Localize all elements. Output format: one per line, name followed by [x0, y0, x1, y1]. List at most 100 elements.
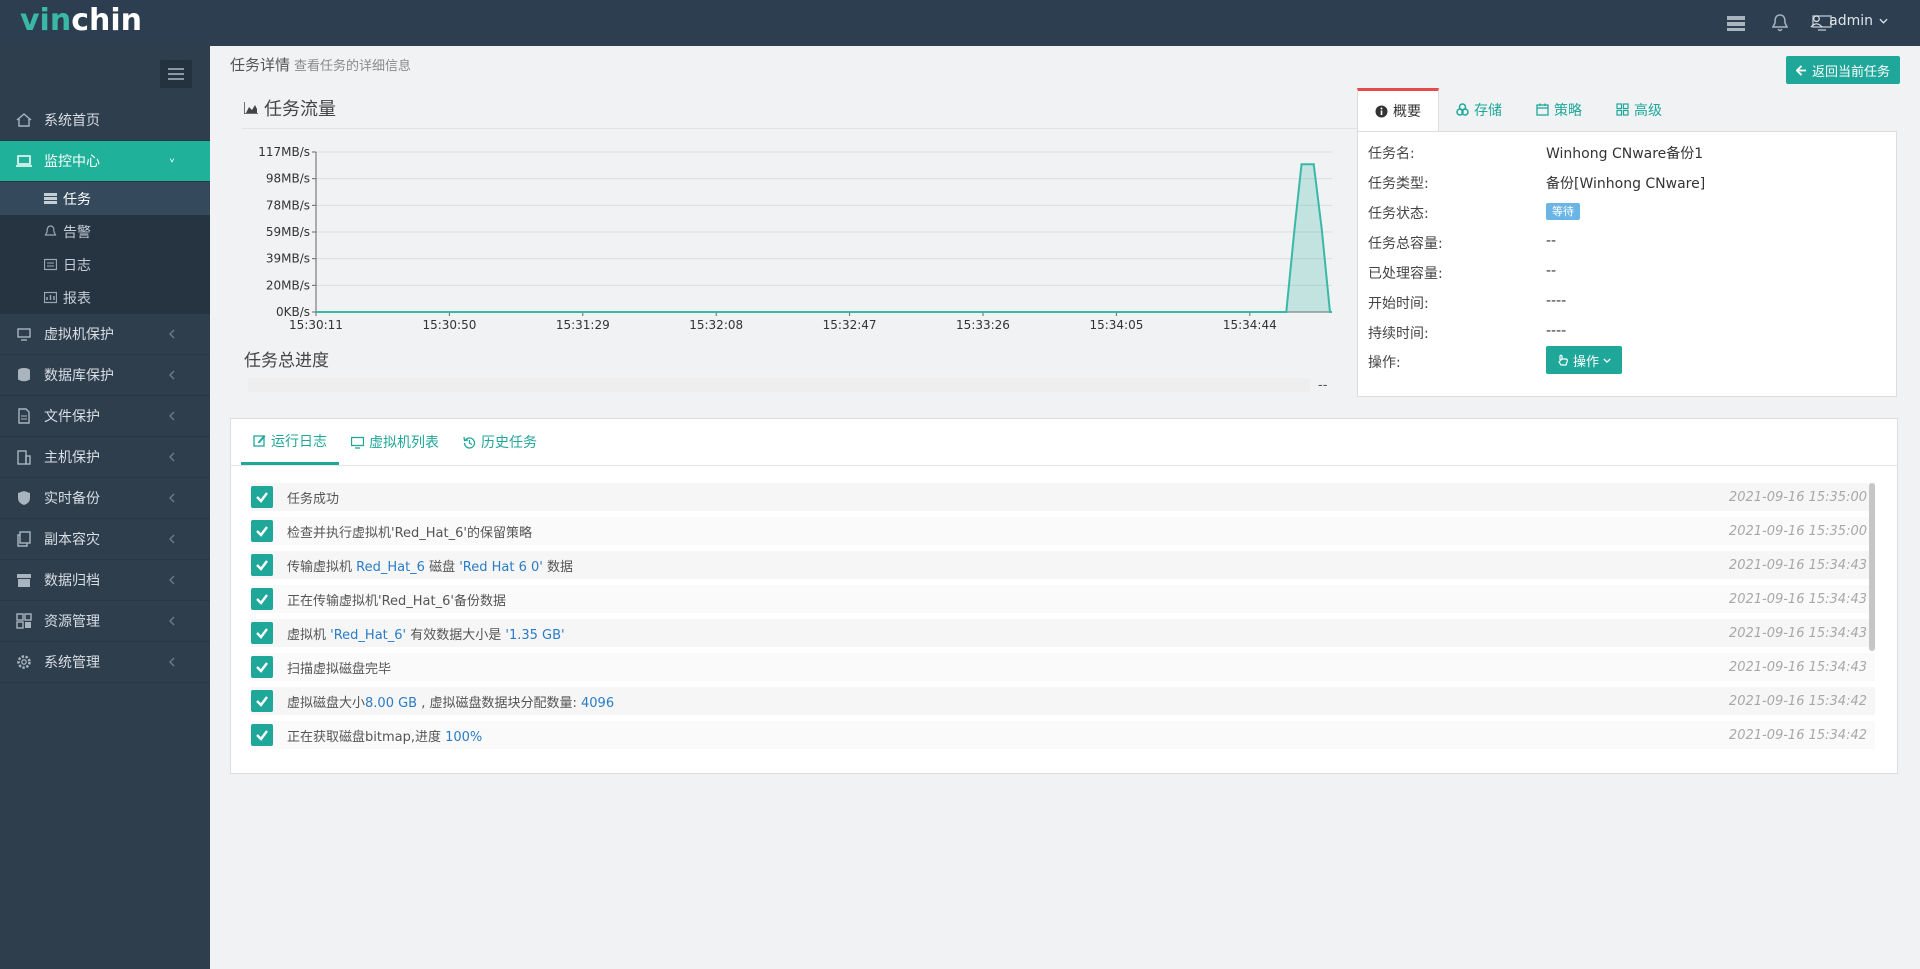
flow-divider	[242, 128, 1360, 129]
tab-policy[interactable]: 策略	[1519, 88, 1599, 131]
task-type-value: 备份[Winhong CNware]	[1546, 176, 1706, 192]
chevron-left-icon	[169, 657, 175, 667]
check-icon	[251, 724, 273, 746]
sidebar-subitem-alarm[interactable]: 告警	[0, 215, 210, 248]
monitor-submenu: 任务 告警 日志 报表	[0, 182, 210, 314]
chevron-left-icon	[169, 329, 175, 339]
log-message-part: 数据	[542, 559, 573, 575]
arrow-left-icon	[1795, 64, 1807, 76]
chevron-down-icon	[1879, 18, 1888, 24]
home-icon	[16, 113, 32, 127]
sidebar-item-vm-protect[interactable]: 虚拟机保护	[0, 314, 210, 355]
log-timestamp: 2021-09-16 15:34:43	[1728, 659, 1867, 675]
log-row: 正在传输虚拟机'Red_Hat_6'备份数据 2021-09-16 15:34:4…	[251, 585, 1875, 613]
y-tick-label: 0KB/s	[276, 305, 310, 319]
check-icon	[251, 656, 273, 678]
x-tick-label: 15:34:05	[1089, 318, 1143, 330]
log-text: 虚拟机 'Red_Hat_6' 有效数据大小是 '1.35 GB'	[287, 624, 565, 643]
back-to-current-task-button[interactable]: 返回当前任务	[1785, 56, 1900, 84]
log-text: 正在获取磁盘bitmap,进度 100%	[287, 726, 482, 745]
sidebar-subitem-report[interactable]: 报表	[0, 281, 210, 314]
file-icon	[18, 408, 30, 424]
total-capacity-label: 任务总容量:	[1368, 236, 1443, 252]
calendar-icon	[1536, 103, 1549, 116]
sidebar-item-realtime-backup[interactable]: 实时备份	[0, 478, 210, 519]
log-text: 正在传输虚拟机'Red_Hat_6'备份数据	[287, 590, 506, 609]
tab-history-tasks[interactable]: 历史任务	[451, 419, 549, 465]
log-row: 传输虚拟机 Red_Hat_6 磁盘 'Red Hat 6 0' 数据 2021-…	[251, 551, 1875, 579]
log-message: 任务成功	[287, 491, 340, 507]
log-highlight: 'Red_Hat_6'	[330, 627, 407, 643]
y-tick-label: 98MB/s	[266, 172, 310, 186]
hand-icon	[1558, 354, 1568, 366]
tab-overview[interactable]: 概要	[1357, 88, 1439, 131]
log-text: 虚拟磁盘大小8.00 GB , 虚拟磁盘数据块分配数量: 4096	[287, 692, 614, 711]
task-type-label: 任务类型:	[1368, 176, 1429, 192]
shield-icon	[18, 491, 30, 505]
task-name-value: Winhong CNware备份1	[1546, 146, 1704, 162]
grid-icon	[16, 613, 32, 629]
sidebar-item-system[interactable]: 系统管理	[0, 642, 210, 683]
sidebar-menu: 系统首页 监控中心 任务 告警 日志 报表 虚拟机保护 数据库保护 文件保护 主…	[0, 100, 210, 683]
main-content: 任务详情 查看任务的详细信息 返回当前任务 任务流量 0KB/s 20MB/s 39M…	[210, 46, 1920, 969]
area-chart-icon	[244, 102, 258, 114]
sidebar-subitem-task[interactable]: 任务	[0, 182, 210, 215]
chevron-left-icon	[169, 575, 175, 585]
chevron-left-icon	[169, 411, 175, 421]
server-icon[interactable]	[1726, 14, 1746, 32]
info-icon	[1375, 105, 1388, 117]
log-timestamp: 2021-09-16 15:34:43	[1728, 591, 1867, 607]
user-menu[interactable]: admin	[1810, 13, 1888, 29]
start-time-value: ----	[1546, 293, 1567, 309]
log-message-part: 传输虚拟机	[287, 559, 357, 575]
log-message-part: 磁盘	[424, 559, 460, 575]
log-highlight: '1.35 GB'	[505, 627, 565, 643]
log-message: 扫描虚拟磁盘完毕	[287, 661, 392, 677]
sidebar-item-archive[interactable]: 数据归档	[0, 560, 210, 601]
start-time-label: 开始时间:	[1368, 296, 1429, 312]
sidebar-item-home[interactable]: 系统首页	[0, 100, 210, 141]
edit-icon	[253, 435, 266, 447]
task-summary-panel: 概要 存储 策略 高级 任务名: Winhong CNware备份1 任务类型:…	[1357, 88, 1897, 398]
sidebar-item-db-protect[interactable]: 数据库保护	[0, 355, 210, 396]
log-row: 虚拟磁盘大小8.00 GB , 虚拟磁盘数据块分配数量: 4096 2021-09…	[251, 687, 1875, 715]
status-badge: 等待	[1546, 203, 1580, 220]
y-tick-label: 39MB/s	[266, 252, 310, 266]
bell-icon[interactable]	[1770, 14, 1790, 32]
chevron-down-icon	[169, 158, 175, 163]
log-text: 检查并执行虚拟机'Red_Hat_6'的保留策略	[287, 522, 532, 541]
check-icon	[251, 554, 273, 576]
sidebar-item-file-protect[interactable]: 文件保护	[0, 396, 210, 437]
log-timestamp: 2021-09-16 15:35:00	[1728, 523, 1867, 539]
sidebar-item-host-protect[interactable]: 主机保护	[0, 437, 210, 478]
tab-storage[interactable]: 存储	[1439, 88, 1519, 131]
top-bar: vinchin admin	[0, 0, 1920, 46]
tab-run-log[interactable]: 运行日志	[241, 419, 339, 465]
operation-dropdown-button[interactable]: 操作	[1546, 346, 1622, 374]
task-status-label: 任务状态:	[1368, 206, 1429, 222]
sidebar-item-resource[interactable]: 资源管理	[0, 601, 210, 642]
sidebar-item-replica[interactable]: 副本容灾	[0, 519, 210, 560]
log-scrollbar[interactable]	[1869, 483, 1875, 651]
task-name-label: 任务名:	[1368, 146, 1415, 162]
gear-icon	[17, 655, 31, 669]
x-tick-label: 15:30:11	[289, 318, 343, 330]
tab-advanced[interactable]: 高级	[1599, 88, 1679, 131]
x-tick-label: 15:32:47	[823, 318, 877, 330]
y-tick-label: 78MB/s	[266, 198, 310, 212]
x-tick-label: 15:34:44	[1223, 318, 1277, 330]
sidebar-toggle-button[interactable]	[160, 60, 192, 88]
log-row: 检查并执行虚拟机'Red_Hat_6'的保留策略 2021-09-16 15:35…	[251, 517, 1875, 545]
chevron-left-icon	[169, 370, 175, 380]
bell-icon	[44, 225, 57, 236]
sidebar-subitem-log[interactable]: 日志	[0, 248, 210, 281]
sidebar-item-monitor[interactable]: 监控中心	[0, 141, 210, 182]
log-tabs: 运行日志 虚拟机列表 历史任务	[241, 419, 549, 465]
page-title: 任务详情 查看任务的详细信息	[230, 56, 412, 74]
check-icon	[251, 520, 273, 542]
tab-vm-list[interactable]: 虚拟机列表	[339, 419, 451, 465]
log-timestamp: 2021-09-16 15:34:42	[1728, 693, 1867, 709]
chevron-down-icon	[1603, 357, 1611, 363]
vinchin-logo[interactable]: vinchin	[20, 3, 142, 38]
log-row: 正在获取磁盘bitmap,进度 100% 2021-09-16 15:34:42	[251, 721, 1875, 749]
